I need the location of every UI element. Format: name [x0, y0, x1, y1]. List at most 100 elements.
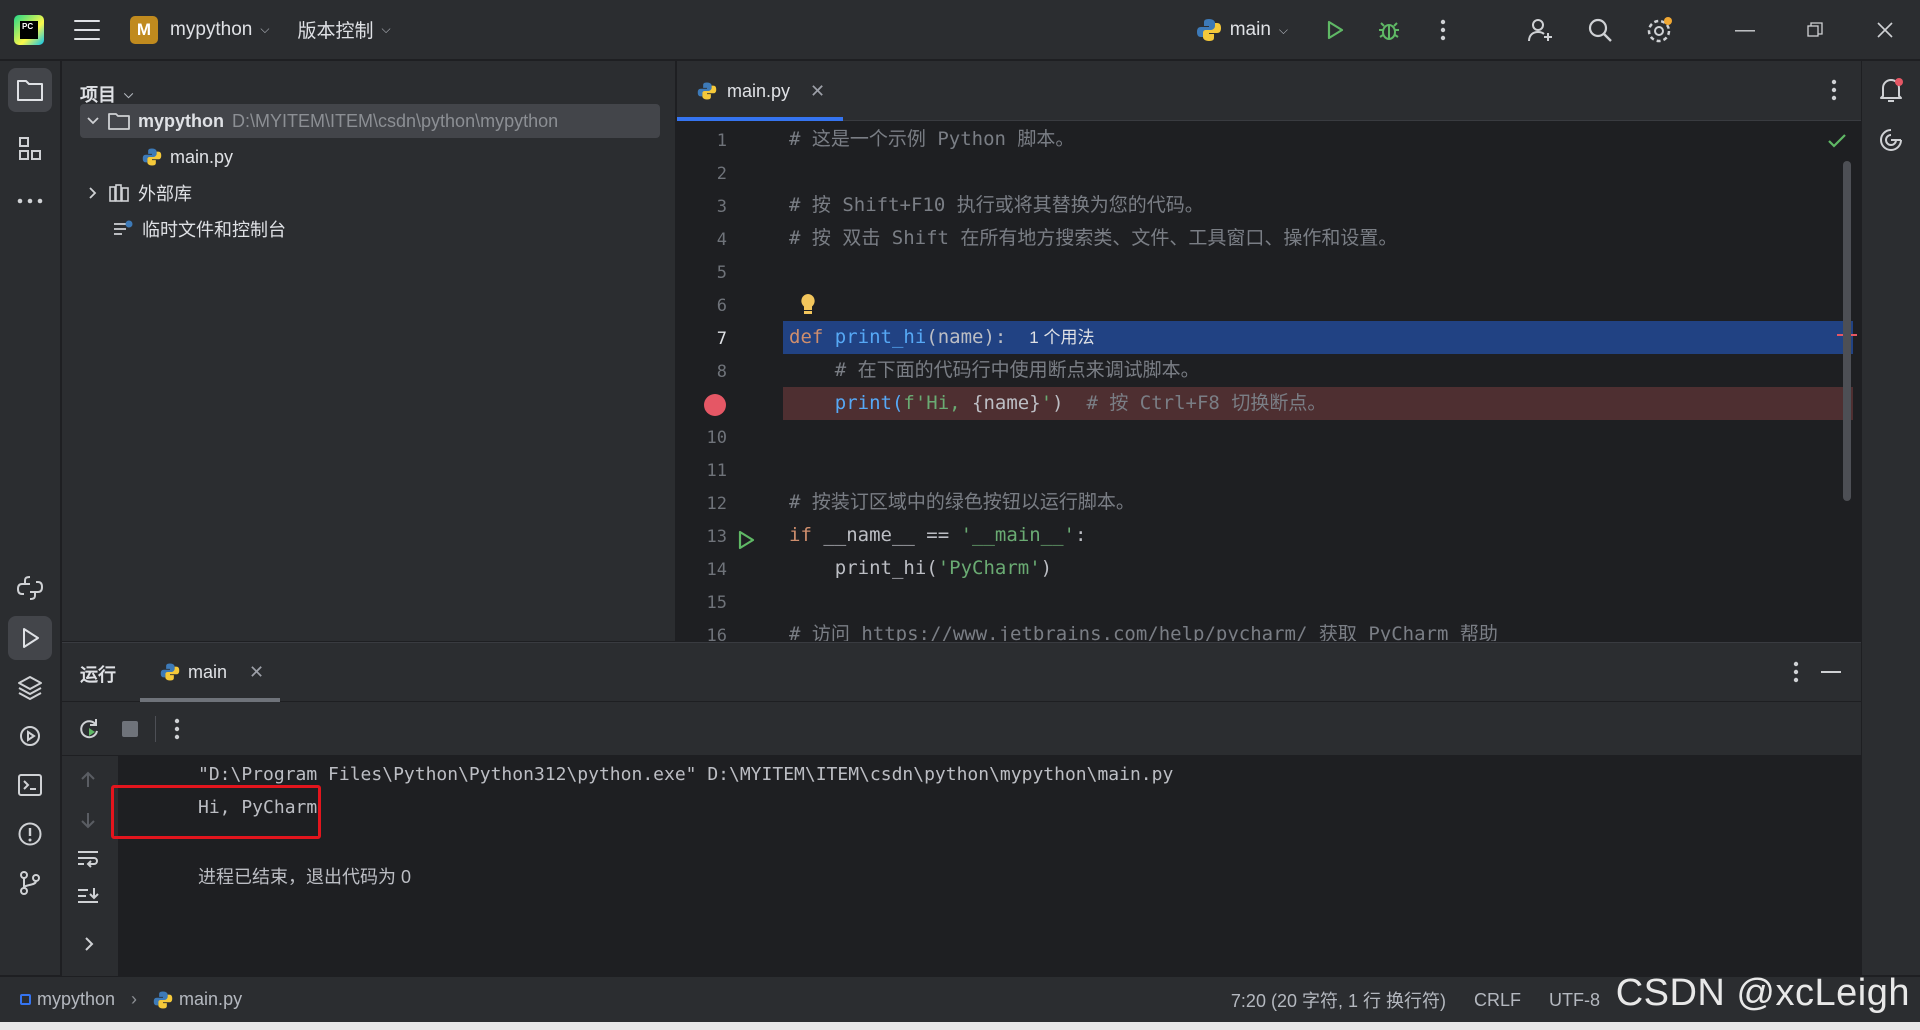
run-more-icon[interactable]	[1793, 661, 1799, 688]
code-area[interactable]: # 这是一个示例 Python 脚本。 # 按 Shift+F10 执行或将其替…	[783, 122, 1861, 641]
run-toolbar-more-icon[interactable]	[174, 718, 180, 740]
desktop-strip	[0, 1022, 1920, 1030]
more-actions-icon[interactable]	[1416, 0, 1470, 60]
breakpoint-icon[interactable]	[704, 394, 726, 416]
arrow-up-icon[interactable]	[78, 770, 98, 790]
tree-item-scratches[interactable]: 临时文件和控制台	[112, 212, 286, 246]
active-tab-indicator	[677, 117, 843, 121]
editor-scrollbar[interactable]	[1843, 161, 1851, 501]
line-number: 3	[716, 197, 727, 217]
python-packages-icon[interactable]	[8, 566, 52, 610]
tab-main-py[interactable]: main.py ✕	[677, 61, 843, 121]
tree-item-external-libs[interactable]: 外部库	[86, 176, 192, 210]
console-command-line: "D:\Program Files\Python\Python312\pytho…	[198, 764, 1174, 785]
code-line: # 这是一个示例 Python 脚本。	[789, 128, 1075, 150]
usages-hint[interactable]: 1 个用法	[1029, 328, 1094, 347]
chevron-down-icon[interactable]	[86, 114, 100, 128]
python-file-icon	[142, 148, 162, 166]
run-panel-title: 运行	[80, 665, 116, 685]
no-problems-check-icon[interactable]	[1827, 133, 1847, 149]
run-toolbar	[62, 702, 1861, 756]
code-editor: main.py ✕ 1 2 3 4 5 6 7 8 10 11 12 13 14…	[677, 61, 1861, 646]
line-number: 14	[706, 560, 727, 580]
file-encoding[interactable]: UTF-8	[1549, 990, 1600, 1011]
lightbulb-icon[interactable]	[799, 292, 817, 316]
code-line: # 按 Shift+F10 执行或将其替换为您的代码。	[789, 194, 1204, 216]
layers-icon[interactable]	[8, 665, 52, 709]
run-gutter-icon[interactable]	[735, 529, 757, 551]
breadcrumb-project[interactable]: mypython	[37, 989, 115, 1010]
services-icon[interactable]	[8, 714, 52, 758]
left-tool-strip	[0, 61, 61, 975]
ai-assistant-icon[interactable]	[1869, 118, 1913, 162]
close-tab-icon[interactable]: ✕	[810, 81, 825, 102]
tree-item-main-py[interactable]: main.py	[142, 140, 233, 174]
line-number: 12	[706, 494, 727, 514]
breadcrumb: mypython › main.py	[20, 989, 242, 1010]
code-line: # 按装订区域中的绿色按钮以运行脚本。	[789, 491, 1135, 513]
debug-button[interactable]	[1362, 0, 1416, 60]
hide-panel-icon[interactable]	[1821, 671, 1841, 673]
code-line-breakpoint: print(f'Hi, {name}') # 按 Ctrl+F8 切换断点。	[783, 387, 1853, 420]
chevron-right-icon[interactable]	[86, 186, 100, 200]
code-line: # 按 双击 Shift 在所有地方搜索类、文件、工具窗口、操作和设置。	[789, 227, 1398, 249]
line-number: 11	[706, 461, 727, 481]
module-icon	[20, 994, 31, 1005]
code-line: if __name__ == '__main__':	[789, 524, 1087, 546]
project-tool-icon[interactable]	[8, 68, 52, 112]
add-user-icon[interactable]	[1510, 0, 1570, 60]
git-branch-icon[interactable]	[8, 861, 52, 905]
settings-gear-icon[interactable]	[1630, 0, 1690, 60]
vcs-menu[interactable]: 版本控制 ⌵	[297, 16, 390, 43]
close-window-icon[interactable]	[1850, 0, 1920, 60]
soft-wrap-icon[interactable]	[76, 848, 100, 868]
line-number: 1	[716, 131, 727, 151]
breadcrumb-file[interactable]: main.py	[179, 989, 242, 1010]
title-bar: PC M mypython ⌵ 版本控制 ⌵ main ⌵ —	[0, 0, 1920, 60]
console-exit-message: 进程已结束，退出代码为 0	[198, 867, 412, 887]
editor-tab-bar: main.py ✕	[677, 61, 1861, 121]
run-icon	[1327, 20, 1344, 40]
arrow-down-icon[interactable]	[78, 810, 98, 830]
notifications-bell-icon[interactable]	[1869, 68, 1913, 112]
right-tool-strip	[1861, 61, 1920, 975]
caret-position[interactable]: 7:20 (20 字符, 1 行 换行符)	[1231, 987, 1446, 1013]
scroll-to-end-icon[interactable]	[76, 886, 100, 908]
watermark: CSDN @xcLeigh	[1615, 972, 1910, 1014]
restore-window-icon[interactable]	[1780, 0, 1850, 60]
pycharm-logo-icon[interactable]: PC	[14, 14, 44, 45]
terminal-icon[interactable]	[8, 763, 52, 807]
line-number: 8	[716, 362, 727, 382]
search-icon[interactable]	[1570, 0, 1630, 60]
problems-icon[interactable]	[8, 812, 52, 856]
editor-more-icon[interactable]	[1831, 79, 1837, 106]
structure-tool-icon[interactable]	[8, 127, 52, 171]
editor-gutter: 1 2 3 4 5 6 7 8 10 11 12 13 14 15 16	[677, 122, 777, 646]
run-config-selector[interactable]: main ⌵	[1196, 17, 1288, 43]
line-number: 4	[716, 230, 727, 250]
status-bar-right: 7:20 (20 字符, 1 行 换行符) CRLF UTF-8	[1231, 977, 1620, 1023]
main-menu-icon[interactable]	[74, 19, 100, 40]
console-output[interactable]: "D:\Program Files\Python\Python312\pytho…	[136, 756, 1836, 976]
run-panel-header: 运行 main ✕	[62, 643, 1861, 702]
stop-icon[interactable]	[122, 721, 138, 737]
tree-item-project-root[interactable]: mypython D:\MYITEM\ITEM\csdn\python\mypy…	[80, 104, 660, 138]
minimize-window-icon[interactable]: —	[1710, 0, 1780, 60]
chevron-down-icon: ⌵	[124, 86, 134, 101]
project-badge[interactable]: M	[130, 15, 158, 44]
line-number: 15	[706, 593, 727, 613]
run-tab-main[interactable]: main ✕	[140, 643, 280, 701]
more-tools-icon[interactable]	[8, 179, 52, 223]
run-tool-icon[interactable]	[8, 616, 52, 660]
line-number: 7	[716, 329, 727, 349]
close-tab-icon[interactable]: ✕	[249, 662, 264, 683]
chevron-right-icon[interactable]	[82, 936, 96, 952]
rerun-icon[interactable]	[77, 717, 101, 741]
project-switcher[interactable]: mypython ⌵	[170, 19, 269, 41]
run-panel: 运行 main ✕ "D:\Program Files\Python\Pytho…	[62, 642, 1861, 976]
code-line: # 访问 https://www.jetbrains.com/help/pych…	[789, 623, 1498, 641]
folder-icon	[108, 113, 130, 130]
line-separator[interactable]: CRLF	[1474, 990, 1521, 1011]
run-button[interactable]	[1308, 0, 1362, 60]
chevron-right-icon: ›	[131, 989, 138, 1009]
